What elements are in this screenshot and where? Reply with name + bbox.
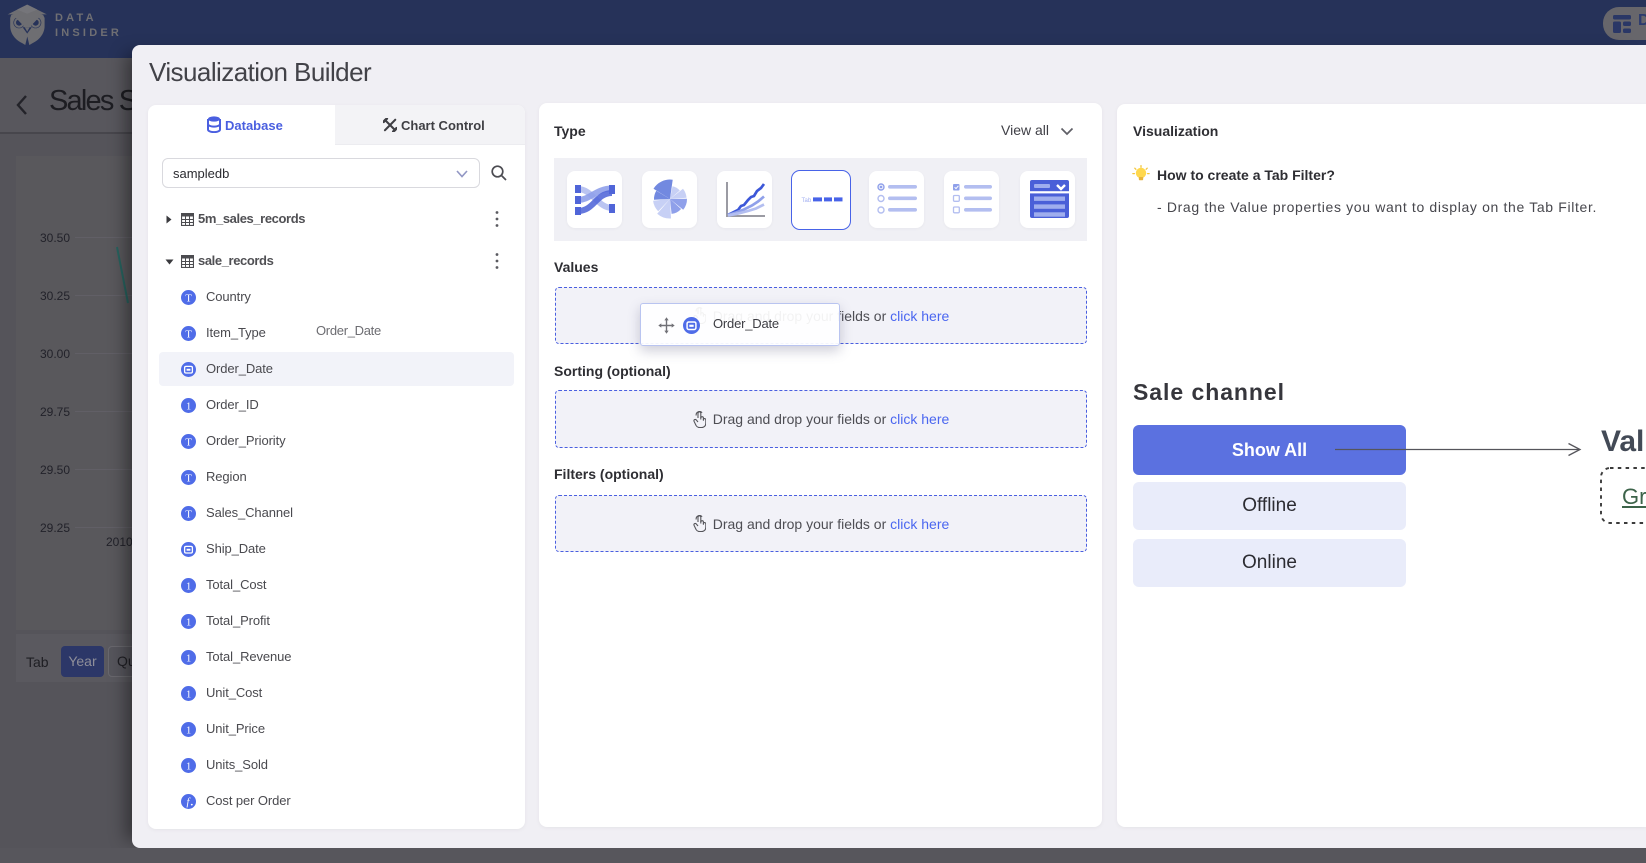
- svg-text:T: T: [185, 473, 192, 484]
- svg-text:1: 1: [186, 581, 191, 592]
- svg-text:T: T: [185, 509, 192, 520]
- svg-text:Tab: Tab: [802, 198, 812, 204]
- svg-text:1: 1: [186, 689, 191, 700]
- svg-text:1: 1: [186, 401, 191, 412]
- svg-text:1: 1: [186, 761, 191, 772]
- svg-text:1: 1: [186, 617, 191, 628]
- svg-text:T: T: [185, 329, 192, 340]
- svg-text:1: 1: [186, 725, 191, 736]
- svg-text:T: T: [185, 437, 192, 448]
- svg-text:T: T: [185, 293, 192, 304]
- svg-text:1: 1: [186, 653, 191, 664]
